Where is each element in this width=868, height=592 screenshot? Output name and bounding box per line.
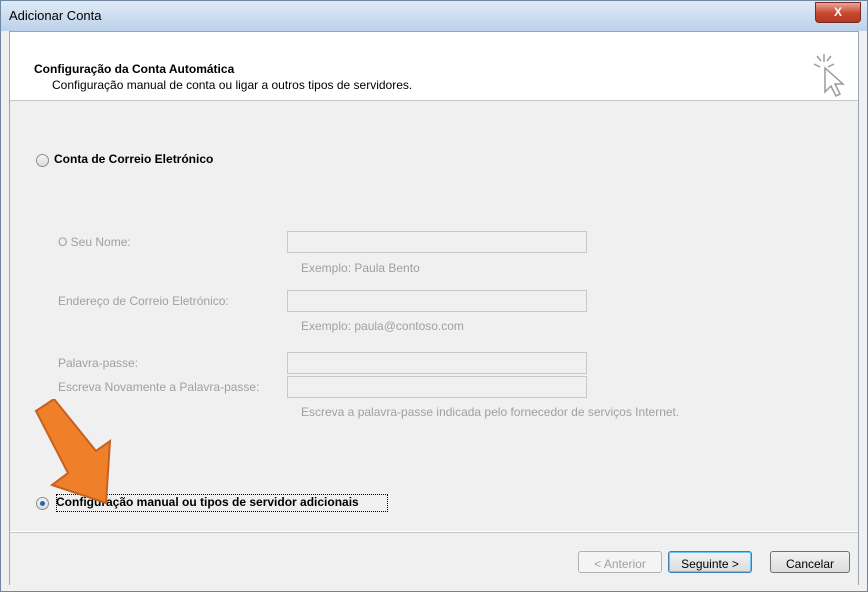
email-label: Endereço de Correio Eletrónico: — [58, 294, 229, 308]
password-repeat-label: Escreva Novamente a Palavra-passe: — [58, 380, 260, 394]
password-field[interactable] — [287, 352, 587, 374]
email-account-label[interactable]: Conta de Correio Eletrónico — [54, 152, 213, 166]
email-account-radio[interactable] — [36, 154, 49, 167]
back-button[interactable]: < Anterior — [578, 551, 662, 573]
dialog-body: Conta de Correio Eletrónico O Seu Nome: … — [10, 101, 858, 531]
wizard-cursor-icon — [813, 54, 845, 98]
title-bar[interactable]: Adicionar Conta X — [1, 1, 867, 31]
cancel-button[interactable]: Cancelar — [770, 551, 850, 573]
next-button[interactable]: Seguinte > — [668, 551, 752, 573]
dialog-header: Configuração da Conta Automática Configu… — [10, 32, 858, 101]
window-title: Adicionar Conta — [9, 8, 102, 23]
page-title: Configuração da Conta Automática — [34, 62, 235, 76]
name-label: O Seu Nome: — [58, 235, 131, 249]
password-hint: Escreva a palavra-passe indicada pelo fo… — [301, 405, 680, 419]
email-hint: Exemplo: paula@contoso.com — [301, 319, 464, 333]
close-icon: X — [833, 5, 842, 19]
add-account-window: Adicionar Conta X Configuração da Conta … — [0, 0, 868, 592]
password-label: Palavra-passe: — [58, 356, 139, 370]
arrow-pointer-icon — [34, 399, 112, 505]
name-field[interactable] — [287, 231, 587, 253]
name-hint: Exemplo: Paula Bento — [301, 261, 420, 275]
email-field[interactable] — [287, 290, 587, 312]
password-repeat-field[interactable] — [287, 376, 587, 398]
page-subtitle: Configuração manual de conta ou ligar a … — [52, 78, 413, 92]
dialog-content: Configuração da Conta Automática Configu… — [9, 31, 859, 585]
dialog-footer: < Anterior Seguinte > Cancelar — [10, 532, 858, 585]
close-button[interactable]: X — [815, 2, 861, 23]
